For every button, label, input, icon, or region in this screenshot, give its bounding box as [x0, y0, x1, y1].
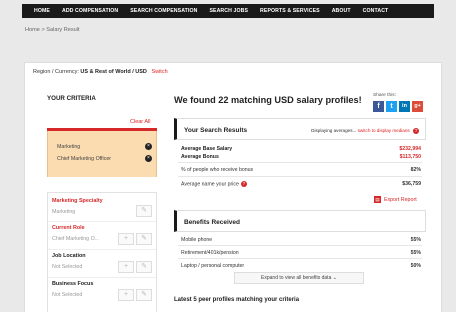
averages-text: Displaying averages...: [311, 128, 357, 134]
nav-about[interactable]: ABOUT: [332, 8, 351, 14]
divider: [48, 277, 156, 278]
row-label: Retirement/401k/pension: [181, 250, 239, 256]
latest-profiles-heading: Latest 5 peer profiles matching your cri…: [174, 297, 300, 303]
row-label: Laptop / personal computer: [181, 263, 245, 269]
filter-value: Not Selected: [52, 292, 83, 298]
benefits-header: Benefits Received: [174, 210, 426, 232]
filter-value: Not Selected: [52, 264, 83, 270]
results-headline: We found 22 matching USD salary profiles…: [174, 95, 362, 105]
nav-home[interactable]: HOME: [34, 8, 50, 14]
result-row: % of people who receive bonus 82%: [181, 167, 421, 173]
search-results: Your Search Results Displaying averages.…: [174, 118, 426, 192]
expand-label: Expand to view all benefits data: [261, 275, 332, 281]
x-circle-icon[interactable]: ×: [145, 155, 152, 162]
top-nav: HOME ADD COMPENSATION SEARCH COMPENSATIO…: [22, 4, 434, 18]
filter-value: Marketing: [52, 209, 76, 215]
result-row: Average Base Salary $232,994: [181, 146, 421, 152]
filter-panel: Marketing Specialty Marketing ✎ Current …: [47, 192, 157, 312]
filter-label: Current Role: [52, 225, 85, 231]
twitter-icon[interactable]: t: [386, 101, 397, 112]
region-value: US & Rest of World / USD: [80, 69, 147, 75]
criteria-title: YOUR CRITERIA: [47, 95, 96, 102]
benefit-row: Mobile phone 55%: [181, 237, 421, 243]
divider: [178, 258, 422, 259]
filter-label: Business Focus: [52, 281, 94, 287]
switch-medians-link[interactable]: switch to display medians: [358, 128, 410, 133]
divider: [178, 245, 422, 246]
row-label: % of people who receive bonus: [181, 167, 254, 173]
selected-criteria: Marketing × Chief Marketing Officer ×: [47, 131, 157, 177]
row-label: Mobile phone: [181, 237, 213, 243]
help-icon[interactable]: ?: [240, 181, 247, 187]
nav-contact[interactable]: CONTACT: [363, 8, 389, 14]
row-value: $36,759: [402, 181, 421, 187]
help-icon[interactable]: ?: [413, 128, 419, 134]
linkedin-icon[interactable]: in: [399, 101, 410, 112]
row-value: $113,750: [399, 154, 421, 160]
breadcrumb[interactable]: Home > Salary Result: [25, 27, 80, 33]
results-note: Displaying averages... switch to display…: [311, 128, 419, 134]
row-value: 55%: [410, 237, 421, 243]
row-value: 50%: [410, 263, 421, 269]
criterion-label: Marketing: [57, 144, 81, 150]
pencil-icon[interactable]: ✎: [136, 233, 152, 245]
results-title: Your Search Results: [184, 127, 248, 134]
filter-value: Chief Marketing O...: [52, 236, 100, 242]
googleplus-icon[interactable]: g+: [412, 101, 423, 112]
nav-reports-services[interactable]: REPORTS & SERVICES: [260, 8, 320, 14]
region-label: Region / Currency:: [33, 69, 79, 75]
divider: [178, 176, 422, 177]
divider: [48, 249, 156, 250]
result-row: Average Bonus $113,750: [181, 154, 421, 160]
row-label: Average Bonus: [181, 154, 219, 160]
pencil-icon[interactable]: ✎: [136, 289, 152, 301]
nav-search-jobs[interactable]: SEARCH JOBS: [209, 8, 248, 14]
nav-search-compensation[interactable]: SEARCH COMPENSATION: [130, 8, 197, 14]
pdf-icon: ▤: [374, 196, 381, 203]
clear-all-link[interactable]: Clear All: [130, 119, 150, 125]
benefit-row: Retirement/401k/pension 55%: [181, 250, 421, 256]
row-label: Average name your price: [181, 181, 239, 188]
row-value: $232,994: [399, 146, 421, 152]
expand-benefits-button[interactable]: Expand to view all benefits data ⌄: [234, 272, 364, 284]
row-value: 55%: [410, 250, 421, 256]
pencil-icon[interactable]: ✎: [136, 205, 152, 217]
divider: [178, 162, 422, 163]
facebook-icon[interactable]: f: [373, 101, 384, 112]
benefit-row: Laptop / personal computer 50%: [181, 263, 421, 269]
plus-icon[interactable]: +: [118, 289, 134, 301]
plus-icon[interactable]: +: [118, 261, 134, 273]
chevron-down-icon: ⌄: [332, 275, 337, 281]
row-label: Average Base Salary: [181, 146, 233, 152]
filter-label: Job Location: [52, 253, 86, 259]
criterion-label: Chief Marketing Officer: [57, 156, 112, 162]
region-switch-link[interactable]: Switch: [151, 69, 167, 75]
region-currency: Region / Currency: US & Rest of World / …: [33, 69, 168, 75]
export-report-button[interactable]: ▤ Export Report: [374, 196, 417, 203]
plus-icon[interactable]: +: [118, 233, 134, 245]
selected-criterion: Chief Marketing Officer ×: [57, 155, 152, 162]
filter-label: Marketing Specialty: [52, 198, 103, 204]
nav-add-compensation[interactable]: ADD COMPENSATION: [62, 8, 118, 14]
benefits-title: Benefits Received: [184, 219, 240, 226]
results-header: Your Search Results Displaying averages.…: [174, 118, 426, 140]
pencil-icon[interactable]: ✎: [136, 261, 152, 273]
divider: [48, 221, 156, 222]
x-circle-icon[interactable]: ×: [145, 143, 152, 150]
selected-criterion: Marketing ×: [57, 143, 152, 150]
result-row: Average name your price? $36,759: [181, 181, 421, 187]
export-label: Export Report: [384, 196, 417, 203]
share-label: Share this:: [373, 93, 396, 98]
row-value: 82%: [410, 167, 421, 173]
benefits-received: Benefits Received Mobile phone 55% Retir…: [174, 210, 426, 288]
